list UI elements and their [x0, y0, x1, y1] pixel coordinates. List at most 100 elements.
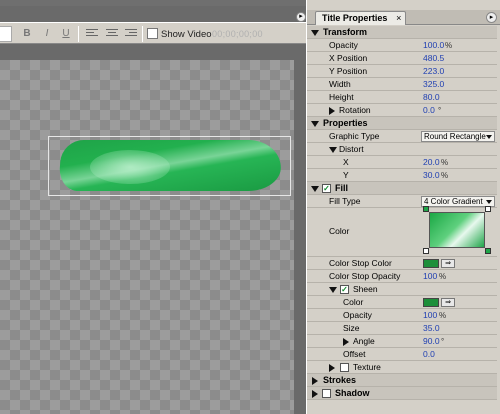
- property-row-sheen-opacity: Opacity 100 %: [307, 309, 497, 322]
- sheen-color-swatch[interactable]: [423, 298, 439, 307]
- property-row-sheen-angle: Angle 90.0 °: [307, 335, 497, 348]
- property-label: Color: [329, 226, 350, 236]
- shadow-header-label: Shadow: [335, 388, 370, 398]
- property-label: Distort: [339, 144, 364, 154]
- expand-triangle-icon[interactable]: [329, 287, 337, 293]
- expand-triangle-icon[interactable]: [312, 377, 318, 385]
- color-stop-bottom-right[interactable]: [485, 248, 491, 254]
- fill-section-header[interactable]: ✓ Fill: [307, 182, 497, 195]
- title-toolbar: B I U Show Video 00;00;00;00: [0, 22, 306, 44]
- property-row-color-stop-color: Color Stop Color ⇒: [307, 257, 497, 270]
- pane-menu-button[interactable]: ▸: [296, 12, 306, 22]
- property-label: Opacity: [329, 40, 358, 50]
- title-canvas[interactable]: [0, 60, 294, 414]
- distort-y-value[interactable]: 30.0: [423, 169, 440, 182]
- tab-title-properties[interactable]: Title Properties ×: [315, 11, 407, 25]
- expand-triangle-icon[interactable]: [312, 390, 318, 398]
- align-center-icon[interactable]: [106, 29, 118, 39]
- expand-triangle-icon[interactable]: [329, 147, 337, 153]
- color-stop-top-right[interactable]: [485, 206, 491, 212]
- property-label: Texture: [353, 362, 381, 372]
- expand-triangle-icon[interactable]: [329, 364, 335, 372]
- height-value[interactable]: 80.0: [423, 91, 440, 104]
- property-label: X: [343, 157, 349, 167]
- bold-button[interactable]: B: [20, 27, 34, 41]
- property-row-rotation: Rotation 0.0 °: [307, 104, 497, 117]
- graphic-type-dropdown[interactable]: Round Rectangle: [421, 131, 495, 142]
- x-position-value[interactable]: 480.5: [423, 52, 444, 65]
- unit-label: %: [445, 41, 453, 50]
- sheen-checkbox[interactable]: ✓: [340, 285, 349, 294]
- property-label: Offset: [343, 349, 366, 359]
- property-row-texture: Texture: [307, 361, 497, 374]
- tab-title-label: Title Properties: [322, 13, 388, 23]
- title-properties-panel: Title Properties × ▸ Transform Opacity 1…: [306, 0, 500, 414]
- gradient-preview: [429, 212, 485, 248]
- fill-checkbox[interactable]: ✓: [322, 184, 331, 193]
- property-row-opacity: Opacity 100.0 %: [307, 39, 497, 52]
- texture-checkbox[interactable]: [340, 363, 349, 372]
- width-value[interactable]: 325.0: [423, 78, 444, 91]
- strokes-section-header[interactable]: Strokes: [307, 374, 497, 387]
- color-stop-swatch[interactable]: [423, 259, 439, 268]
- underline-button[interactable]: U: [59, 27, 73, 41]
- align-left-icon[interactable]: [86, 29, 98, 39]
- property-row-width: Width 325.0: [307, 78, 497, 91]
- expand-triangle-icon[interactable]: [311, 30, 319, 36]
- properties-section-header[interactable]: Properties: [307, 117, 497, 130]
- italic-button[interactable]: I: [40, 27, 54, 41]
- sheen-size-value[interactable]: 35.0: [423, 322, 440, 335]
- close-icon[interactable]: ×: [396, 12, 401, 25]
- fill-header-label: Fill: [335, 183, 348, 193]
- property-label: Color Stop Opacity: [329, 271, 401, 281]
- unit-label: %: [439, 311, 447, 320]
- eyedropper-icon[interactable]: ⇒: [441, 298, 455, 307]
- sheen-angle-value[interactable]: 90.0: [423, 335, 440, 348]
- panel-tab-bar: Title Properties × ▸: [307, 10, 500, 25]
- dropdown-value: Round Rectangle: [424, 132, 486, 141]
- properties-header-label: Properties: [323, 118, 368, 128]
- unit-label: %: [441, 158, 449, 167]
- expand-triangle-icon[interactable]: [343, 338, 349, 346]
- property-row-color-stop-opacity: Color Stop Opacity 100 %: [307, 270, 497, 283]
- chevron-down-icon: [486, 200, 492, 204]
- expand-triangle-icon[interactable]: [311, 186, 319, 192]
- show-video-checkbox[interactable]: [147, 28, 158, 39]
- eyedropper-icon[interactable]: ⇒: [441, 259, 455, 268]
- property-row-sheen-offset: Offset 0.0: [307, 348, 497, 361]
- unit-label: °: [438, 106, 442, 115]
- expand-triangle-icon[interactable]: [311, 121, 319, 127]
- color-stop-opacity-value[interactable]: 100: [423, 270, 437, 283]
- toolbar-divider: [142, 26, 143, 42]
- panel-top-strip: [307, 0, 500, 10]
- property-row-height: Height 80.0: [307, 91, 497, 104]
- font-field-edge[interactable]: [0, 26, 12, 42]
- four-color-gradient-editor[interactable]: [423, 206, 491, 254]
- property-label: Y: [343, 170, 349, 180]
- panel-menu-button[interactable]: ▸: [486, 12, 497, 23]
- property-row-distort-x: X 20.0 %: [307, 156, 497, 169]
- y-position-value[interactable]: 223.0: [423, 65, 444, 78]
- shadow-checkbox[interactable]: [322, 389, 331, 398]
- property-label: Opacity: [343, 310, 372, 320]
- sheen-highlight: [90, 150, 170, 184]
- property-label: Color: [343, 297, 364, 307]
- property-row-x-position: X Position 480.5: [307, 52, 497, 65]
- sheen-offset-value[interactable]: 0.0: [423, 348, 435, 361]
- strokes-header-label: Strokes: [323, 375, 357, 385]
- color-stop-bottom-left[interactable]: [423, 248, 429, 254]
- expand-triangle-icon[interactable]: [329, 107, 335, 115]
- property-label: Graphic Type: [329, 131, 380, 141]
- rotation-value[interactable]: 0.0: [423, 104, 435, 117]
- align-right-icon[interactable]: [125, 29, 137, 39]
- opacity-value[interactable]: 100.0: [423, 39, 444, 52]
- unit-label: %: [441, 171, 449, 180]
- sheen-opacity-value[interactable]: 100: [423, 309, 437, 322]
- property-row-graphic-type: Graphic Type Round Rectangle: [307, 130, 497, 143]
- transform-section-header[interactable]: Transform: [307, 26, 497, 39]
- shadow-section-header[interactable]: Shadow: [307, 387, 497, 400]
- color-stop-top-left[interactable]: [423, 206, 429, 212]
- show-video-label: Show Video: [161, 29, 212, 40]
- distort-x-value[interactable]: 20.0: [423, 156, 440, 169]
- pane-top-strip: [0, 0, 306, 6]
